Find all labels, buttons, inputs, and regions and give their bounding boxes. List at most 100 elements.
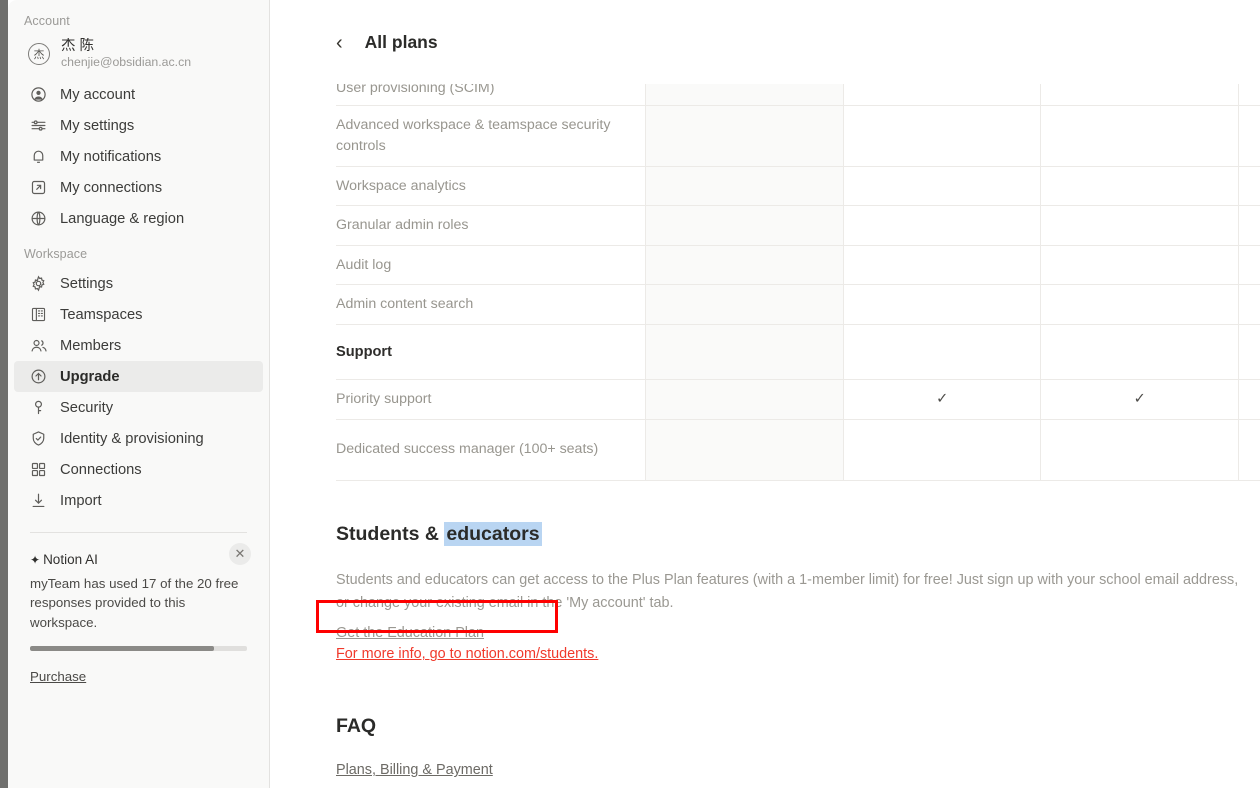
sidebar-item-label: Settings — [60, 275, 114, 292]
gear-icon — [28, 273, 49, 294]
sidebar-item-language-region[interactable]: Language & region — [14, 203, 263, 234]
sidebar-item-members[interactable]: Members — [14, 330, 263, 361]
plan-cell — [842, 166, 1041, 207]
sparkle-icon: ✦ — [30, 552, 41, 567]
plan-cell: ✓ — [1040, 379, 1239, 420]
plan-cell — [645, 324, 844, 380]
more-info-link[interactable]: For more info, go to notion.com/students… — [336, 646, 598, 662]
page-header: ‹ All plans — [271, 0, 1260, 84]
settings-window: Account 杰 杰 陈 chenjie@obsidian.ac.cn My … — [0, 0, 1260, 788]
plan-cell — [842, 284, 1041, 325]
sidebar-item-my-notifications[interactable]: My notifications — [14, 141, 263, 172]
workspace-section-label: Workspace — [24, 247, 88, 261]
plan-cell: ✓ — [1237, 419, 1260, 481]
download-icon — [28, 490, 49, 511]
sidebar-item-label: My connections — [60, 179, 163, 196]
plan-cell: ✓ — [1237, 284, 1260, 325]
plan-comparison-table: User provisioning (SCIM)✓Advanced worksp… — [336, 78, 1260, 481]
feature-label: Audit log — [336, 256, 392, 273]
notion-ai-usage-bar — [30, 645, 247, 651]
sidebar-item-label: My settings — [60, 117, 135, 134]
sidebar-item-settings[interactable]: Settings — [14, 268, 263, 299]
feature-label: Admin content search — [336, 296, 474, 313]
faq-section: FAQ Plans, Billing & Payment — [336, 715, 1260, 779]
plan-cell — [842, 205, 1041, 246]
close-icon[interactable]: ✕ — [229, 543, 251, 565]
settings-sidebar: Account 杰 杰 陈 chenjie@obsidian.ac.cn My … — [8, 0, 270, 788]
avatar: 杰 — [28, 43, 50, 65]
plan-cell — [1040, 284, 1239, 325]
sidebar-item-identity-provisioning[interactable]: Identity & provisioning — [14, 423, 263, 454]
sidebar-item-security[interactable]: Security — [14, 392, 263, 423]
account-email: chenjie@obsidian.ac.cn — [61, 55, 192, 70]
sidebar-item-label: Import — [60, 492, 102, 509]
plan-cell: ✓ — [842, 379, 1041, 420]
arrow-up-circle-icon — [28, 366, 49, 387]
sidebar-item-my-account[interactable]: My account — [14, 79, 263, 110]
notion-ai-card: ✕ ✦ Notion AI myTeam has used 17 of the … — [30, 543, 251, 686]
account-name: 杰 陈 — [61, 38, 95, 55]
account-section-label: Account — [24, 14, 70, 28]
plan-cell: ✓ — [1237, 105, 1260, 167]
plan-cell — [1040, 166, 1239, 207]
plan-cell — [842, 324, 1041, 380]
sidebar-item-label: Connections — [60, 461, 142, 478]
plan-cell — [1237, 324, 1260, 380]
feature-label: Advanced workspace & teamspace security … — [336, 117, 611, 154]
plan-cell — [645, 284, 844, 325]
feature-label: Priority support — [336, 390, 432, 407]
plan-cell — [645, 105, 844, 167]
purchase-link[interactable]: Purchase — [30, 669, 86, 684]
table-row: Support — [336, 324, 1260, 380]
sidebar-item-label: Identity & provisioning — [60, 430, 204, 447]
plan-cell: ✓ — [1237, 205, 1260, 246]
faq-link-plans-billing-payment[interactable]: Plans, Billing & Payment — [336, 762, 493, 778]
building-icon — [28, 304, 49, 325]
sidebar-item-label: Members — [60, 337, 122, 354]
plan-cell — [1040, 105, 1239, 167]
table-row: Dedicated success manager (100+ seats) ✓ — [336, 419, 1260, 481]
plan-cell: ✓ — [1237, 166, 1260, 207]
plan-cell — [842, 105, 1041, 167]
check-icon: ✓ — [1133, 391, 1146, 408]
table-row: Granular admin roles ✓ — [336, 205, 1260, 246]
students-heading: Students & educators — [336, 521, 1256, 546]
sidebar-item-my-settings[interactable]: My settings — [14, 110, 263, 141]
sidebar-item-upgrade[interactable]: Upgrade — [14, 361, 263, 392]
chevron-left-icon[interactable]: ‹ — [336, 33, 343, 53]
page-title: All plans — [364, 31, 438, 52]
table-row: Advanced workspace & teamspace security … — [336, 105, 1260, 167]
plan-cell — [1040, 245, 1239, 286]
students-heading-plain: Students & — [336, 522, 445, 545]
plan-cell — [645, 379, 844, 420]
plan-cell — [842, 419, 1041, 481]
sliders-icon — [28, 115, 49, 136]
user-circle-icon — [28, 84, 49, 105]
check-icon: ✓ — [936, 391, 949, 408]
sidebar-item-connections[interactable]: Connections — [14, 454, 263, 485]
sidebar-item-teamspaces[interactable]: Teamspaces — [14, 299, 263, 330]
feature-label: Dedicated success manager (100+ seats) — [336, 441, 599, 458]
plan-cell — [842, 245, 1041, 286]
plan-cell — [1040, 419, 1239, 481]
sidebar-item-my-connections[interactable]: My connections — [14, 172, 263, 203]
plan-cell: ✓ — [1237, 245, 1260, 286]
feature-label: Workspace analytics — [336, 177, 466, 194]
faq-heading: FAQ — [336, 715, 377, 738]
students-paragraph: Students and educators can get access to… — [336, 571, 1239, 611]
grid-squares-icon — [28, 459, 49, 480]
sidebar-item-label: Upgrade — [60, 368, 120, 385]
feature-label: Granular admin roles — [336, 217, 469, 234]
get-education-plan-link[interactable]: Get the Education Plan — [336, 625, 484, 641]
table-row: Workspace analytics ✓ — [336, 166, 1260, 207]
notion-ai-title: Notion AI — [43, 552, 98, 567]
account-profile-row[interactable]: 杰 杰 陈 chenjie@obsidian.ac.cn — [14, 35, 263, 73]
key-icon — [28, 397, 49, 418]
arrow-out-box-icon — [28, 177, 49, 198]
table-row: Admin content search ✓ — [336, 284, 1260, 325]
sidebar-item-import[interactable]: Import — [14, 485, 263, 516]
window-left-edge — [0, 0, 8, 788]
plan-cell — [645, 245, 844, 286]
table-row: Priority support ✓ ✓ ✓ — [336, 379, 1260, 420]
shield-check-icon — [28, 428, 49, 449]
